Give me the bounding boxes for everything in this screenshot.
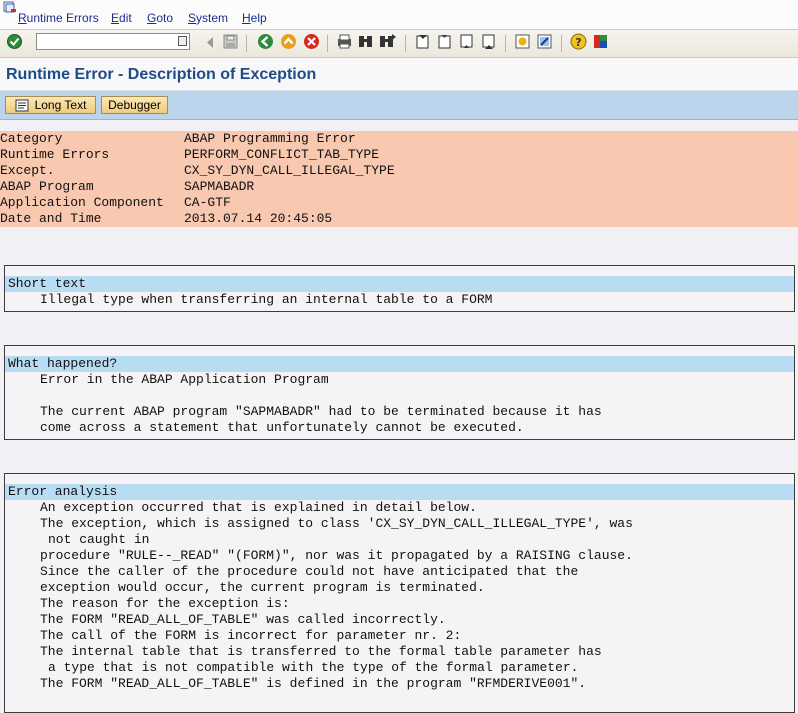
save-icon[interactable] xyxy=(222,33,239,50)
header-row: Category ABAP Programming Error xyxy=(0,131,798,147)
header-info-table: Category ABAP Programming Error Runtime E… xyxy=(0,131,798,227)
menu-edit-label: dit xyxy=(119,11,132,25)
sap-system-icon[interactable] xyxy=(3,1,17,13)
menu-help[interactable]: Help xyxy=(242,11,267,25)
section-line: not caught in xyxy=(48,532,150,547)
create-session-icon[interactable] xyxy=(514,33,531,50)
header-value: CA-GTF xyxy=(184,195,231,210)
header-label: Application Component xyxy=(0,195,164,210)
help-icon[interactable]: ? xyxy=(570,33,587,50)
exit-icon[interactable] xyxy=(280,33,297,50)
menu-system[interactable]: System xyxy=(188,11,228,25)
find-next-icon[interactable] xyxy=(379,33,396,50)
header-row: Application Component CA-GTF xyxy=(0,195,798,211)
header-label: Date and Time xyxy=(0,211,102,226)
shortcut-icon[interactable] xyxy=(536,33,553,50)
print-icon[interactable] xyxy=(336,33,353,50)
header-label: Category xyxy=(0,131,63,146)
svg-text:?: ? xyxy=(575,36,581,49)
section-line: Since the caller of the procedure could … xyxy=(40,564,579,579)
back-green-icon[interactable] xyxy=(257,33,274,50)
header-row: Except. CX_SY_DYN_CALL_ILLEGAL_TYPE xyxy=(0,163,798,179)
toolbar-separator xyxy=(561,35,562,52)
header-label: Except. xyxy=(0,163,55,178)
section-heading: What happened? xyxy=(5,356,794,372)
cancel-icon[interactable] xyxy=(303,33,320,50)
layout-icon[interactable] xyxy=(592,33,609,50)
menu-system-label: ystem xyxy=(196,11,229,25)
long-text-button[interactable]: Long Text xyxy=(5,96,96,114)
menu-edit-mnemonic: E xyxy=(111,11,120,25)
header-row: ABAP Program SAPMABADR xyxy=(0,179,798,195)
section-line: a type that is not compatible with the t… xyxy=(48,660,579,675)
section-line xyxy=(5,388,794,404)
command-input[interactable] xyxy=(37,36,179,52)
header-value: SAPMABADR xyxy=(184,179,255,194)
section-line: come across a statement that unfortunate… xyxy=(40,420,524,435)
menu-runtime-errors-mnemonic: R xyxy=(18,11,27,25)
debugger-label: Debugger xyxy=(108,98,161,112)
section-heading: Short text xyxy=(5,276,794,292)
header-row: Date and Time 2013.07.14 20:45:05 xyxy=(0,211,798,227)
menu-runtime-errors-label: untime Errors xyxy=(26,11,99,25)
short-text-section: Short text Illegal type when transferrin… xyxy=(4,265,795,312)
toolbar-separator xyxy=(246,35,247,52)
section-line: The internal table that is transferred t… xyxy=(40,644,602,659)
next-page-icon[interactable] xyxy=(458,33,475,50)
section-line: The reason for the exception is: xyxy=(40,596,290,611)
menu-goto[interactable]: Goto xyxy=(147,11,173,25)
menu-bar: Runtime Errors Edit Goto System Help xyxy=(0,0,798,30)
menu-edit[interactable]: Edit xyxy=(111,11,132,25)
menu-help-mnemonic: H xyxy=(242,11,251,25)
section-line: The FORM "READ_ALL_OF_TABLE" is defined … xyxy=(40,676,587,691)
section-line: The call of the FORM is incorrect for pa… xyxy=(40,628,462,643)
header-label: Runtime Errors xyxy=(0,147,110,162)
first-page-icon[interactable] xyxy=(414,33,431,50)
header-row: Runtime Errors PERFORM_CONFLICT_TAB_TYPE xyxy=(0,147,798,163)
section-heading: Error analysis xyxy=(5,484,794,500)
toolbar-separator xyxy=(505,35,506,52)
menu-goto-label: oto xyxy=(156,11,174,25)
menu-runtime-errors[interactable]: Runtime Errors xyxy=(18,11,99,25)
section-line: The current ABAP program "SAPMABADR" had… xyxy=(40,404,602,419)
prev-page-icon[interactable] xyxy=(436,33,453,50)
long-text-icon xyxy=(15,99,29,112)
section-line: The FORM "READ_ALL_OF_TABLE" was called … xyxy=(40,612,446,627)
section-line: Illegal type when transferring an intern… xyxy=(40,292,493,307)
debugger-button[interactable]: Debugger xyxy=(101,96,168,114)
menu-help-label: elp xyxy=(250,11,267,25)
section-line: The exception, which is assigned to clas… xyxy=(40,516,633,531)
header-value: CX_SY_DYN_CALL_ILLEGAL_TYPE xyxy=(184,163,395,178)
command-field[interactable] xyxy=(36,33,190,52)
long-text-label: Long Text xyxy=(34,98,87,112)
header-value: ABAP Programming Error xyxy=(184,131,356,146)
command-history-dropdown-icon[interactable] xyxy=(178,36,187,46)
back-icon[interactable] xyxy=(202,34,219,51)
section-line: procedure "RULE--_READ" "(FORM)", nor wa… xyxy=(40,548,633,563)
application-toolbar: Long Text Debugger xyxy=(0,91,798,120)
section-line: exception would occur, the current progr… xyxy=(40,580,485,595)
enter-check-icon[interactable] xyxy=(6,33,23,50)
page-title: Runtime Error - Description of Exception xyxy=(6,66,317,83)
find-icon[interactable] xyxy=(357,33,374,50)
title-bar: Runtime Error - Description of Exception xyxy=(0,58,798,91)
header-value: 2013.07.14 20:45:05 xyxy=(184,211,333,226)
what-happened-section: What happened? Error in the ABAP Applica… xyxy=(4,345,795,440)
toolbar-separator xyxy=(327,35,328,52)
header-value: PERFORM_CONFLICT_TAB_TYPE xyxy=(184,147,380,162)
error-analysis-section: Error analysis An exception occurred tha… xyxy=(4,473,795,713)
section-line: An exception occurred that is explained … xyxy=(40,500,477,515)
section-line: Error in the ABAP Application Program xyxy=(40,372,329,387)
menu-goto-mnemonic: G xyxy=(147,11,157,25)
last-page-icon[interactable] xyxy=(480,33,497,50)
toolbar-separator xyxy=(405,35,406,52)
header-label: ABAP Program xyxy=(0,179,94,194)
menu-system-mnemonic: S xyxy=(188,11,197,25)
